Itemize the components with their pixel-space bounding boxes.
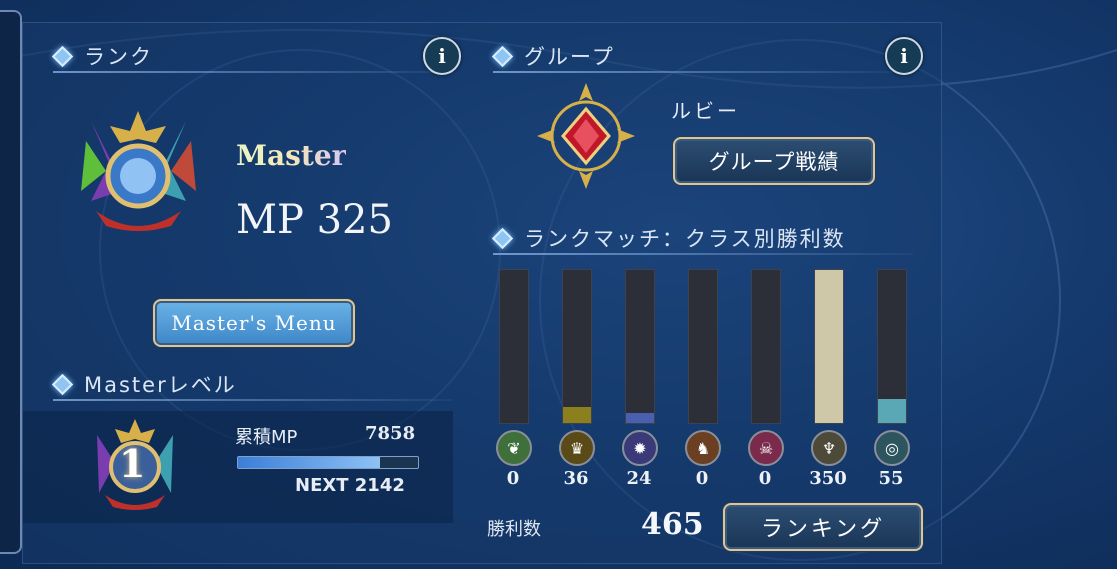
ruby-group-emblem: [537, 83, 635, 189]
dragon-icon: ♞: [685, 430, 721, 466]
side-tab-edge: [0, 10, 22, 554]
class-win-count: 55: [878, 468, 904, 489]
haven-spiral-icon: ◎: [874, 430, 910, 466]
info-icon: i: [900, 44, 908, 68]
next-mp-label: NEXT 2142: [295, 475, 405, 496]
class-win-bar: [814, 269, 844, 424]
class-win-count: 0: [695, 468, 709, 489]
rank-header-divider: [53, 71, 453, 73]
group-header-divider: [493, 71, 893, 73]
class-win-bar: [562, 269, 592, 424]
mp-value: MP 325: [236, 197, 393, 243]
info-icon: i: [438, 44, 446, 68]
master-level-progress-fill: [238, 457, 381, 468]
class-wins-divider: [493, 253, 913, 255]
master-level-title: Masterレベル: [84, 373, 237, 397]
class-win-count: 24: [626, 468, 652, 489]
diamond-bullet-icon: [491, 227, 514, 249]
class-win-bar: [751, 269, 781, 424]
rune-star-icon: ✹: [622, 430, 658, 466]
class-win-bar-fill: [626, 413, 654, 423]
rank-name: Master: [236, 139, 347, 172]
masters-menu-button[interactable]: Master's Menu: [153, 299, 355, 347]
rank-info-button[interactable]: i: [423, 37, 461, 75]
class-win-bar-fill: [815, 270, 843, 423]
master-rank-emblem: [81, 111, 196, 231]
class-win-count: 36: [563, 468, 589, 489]
diamond-bullet-icon: [51, 45, 74, 67]
blood-fang-icon: ♆: [811, 430, 847, 466]
class-wins-title: ランクマッチ：クラス別勝利数: [524, 227, 846, 251]
wins-total: 465: [641, 507, 704, 542]
class-win-bar-fill: [878, 399, 906, 423]
diamond-bullet-icon: [491, 45, 514, 67]
class-win-count: 350: [809, 468, 847, 489]
master-level-header: Masterレベル: [47, 367, 237, 401]
group-record-label: グループ戦績: [708, 150, 840, 174]
wins-label: 勝利数: [487, 519, 541, 540]
ranking-button[interactable]: ランキング: [723, 503, 923, 551]
class-win-bar-fill: [563, 407, 591, 423]
class-win-bar: [877, 269, 907, 424]
group-section-title: グループ: [524, 45, 615, 69]
class-win-bar: [688, 269, 718, 424]
forest-leaf-icon: ❦: [496, 430, 532, 466]
class-win-count: 0: [758, 468, 772, 489]
shadow-skull-icon: ☠: [748, 430, 784, 466]
cumulative-mp-label: 累積MP: [235, 427, 298, 448]
rank-section-header: ランク: [47, 39, 153, 73]
rank-panel: ランク i Master MP 325 Master's Menu Master…: [22, 22, 942, 564]
class-win-count: 0: [506, 468, 520, 489]
group-record-button[interactable]: グループ戦績: [673, 137, 875, 185]
cumulative-mp-value: 7858: [365, 423, 416, 444]
diamond-bullet-icon: [51, 373, 74, 395]
class-win-bar: [625, 269, 655, 424]
group-name: ルビー: [671, 99, 740, 123]
class-win-bar: [499, 269, 529, 424]
master-level-divider: [53, 399, 453, 401]
rank-section-title: ランク: [84, 45, 153, 69]
masters-menu-label: Master's Menu: [171, 311, 337, 335]
master-level-progress: [237, 456, 419, 469]
class-wins-header: ランクマッチ：クラス別勝利数: [487, 221, 846, 255]
sword-crown-icon: ♛: [559, 430, 595, 466]
master-level-number: 1: [119, 441, 146, 486]
group-info-button[interactable]: i: [885, 37, 923, 75]
group-section-header: グループ: [487, 39, 615, 73]
ranking-label: ランキング: [760, 517, 886, 542]
